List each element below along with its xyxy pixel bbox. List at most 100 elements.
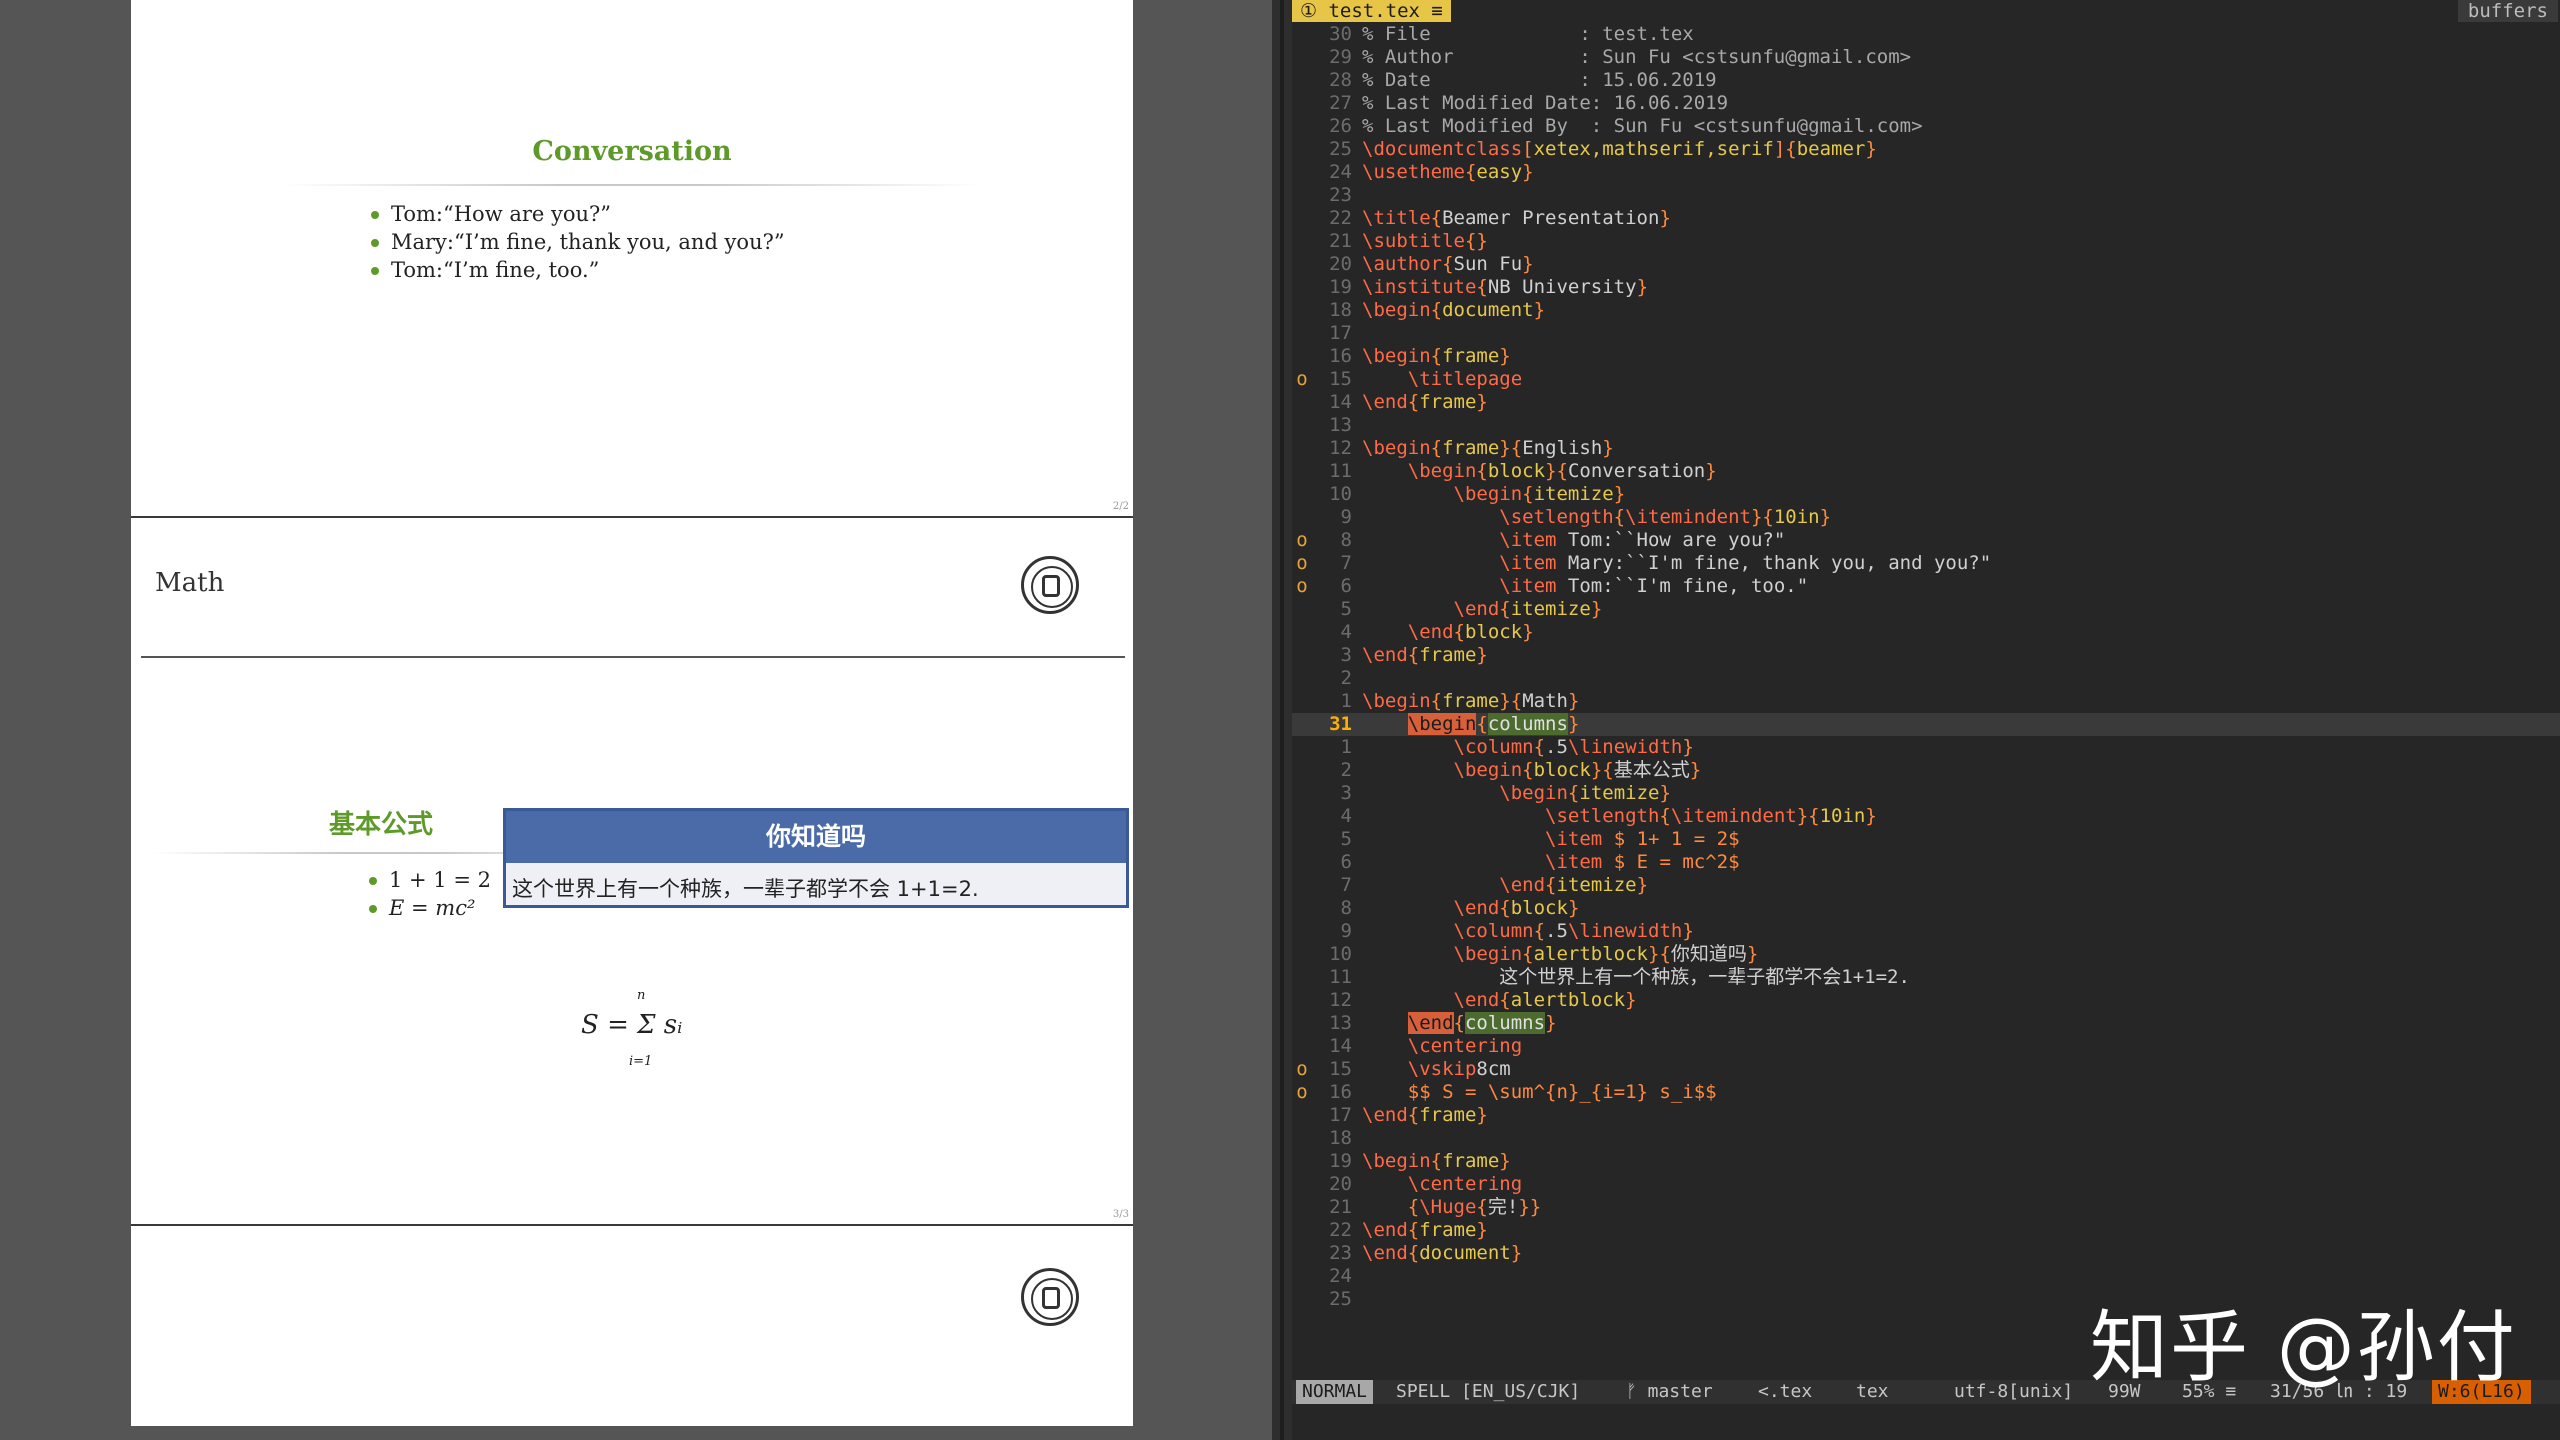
line-text[interactable]: \item $ 1+ 1 = 2$ xyxy=(1362,828,1740,851)
code-line[interactable]: 23 xyxy=(1292,184,2560,207)
line-text[interactable]: \begin{columns} xyxy=(1362,713,1579,736)
line-text[interactable]: \institute{NB University} xyxy=(1362,276,1648,299)
code-line[interactable]: 30 % File : test.tex xyxy=(1292,23,2560,46)
line-text[interactable]: \begin{frame} xyxy=(1362,1150,1511,1173)
code-line[interactable]: 1 \begin{frame}{Math} xyxy=(1292,690,2560,713)
code-line[interactable]: 26 % Last Modified By : Sun Fu <cstsunfu@… xyxy=(1292,115,2560,138)
code-line-current[interactable]: 31 \begin{columns} xyxy=(1292,713,2560,736)
code-line[interactable]: o 15 \titlepage xyxy=(1292,368,2560,391)
line-text[interactable]: \centering xyxy=(1362,1173,1522,1196)
code-line[interactable]: 10 \begin{itemize} xyxy=(1292,483,2560,506)
code-line[interactable]: 22 \end{frame} xyxy=(1292,1219,2560,1242)
pane-divider[interactable] xyxy=(1272,0,1292,1440)
line-text[interactable]: \end{frame} xyxy=(1362,644,1488,667)
code-line[interactable]: 28 % Date : 15.06.2019 xyxy=(1292,69,2560,92)
code-line[interactable]: 5 \end{itemize} xyxy=(1292,598,2560,621)
line-text[interactable]: % File : test.tex xyxy=(1362,23,1694,46)
line-text[interactable]: % Last Modified By : Sun Fu <cstsunfu@gm… xyxy=(1362,115,1923,138)
code-line[interactable]: 6 \item $ E = mc^2$ xyxy=(1292,851,2560,874)
line-text[interactable]: \begin{alertblock}{你知道吗} xyxy=(1362,943,1759,966)
line-text[interactable]: \begin{frame}{Math} xyxy=(1362,690,1579,713)
line-text[interactable]: \vskip8cm xyxy=(1362,1058,1511,1081)
code-line[interactable]: o 7 \item Mary:``I'm fine, thank you, and… xyxy=(1292,552,2560,575)
code-line[interactable]: 2 \begin{block}{基本公式} xyxy=(1292,759,2560,782)
code-line[interactable]: 1 \column{.5\linewidth} xyxy=(1292,736,2560,759)
code-line[interactable]: 21 \subtitle{} xyxy=(1292,230,2560,253)
line-text[interactable]: \documentclass[xetex,mathserif,serif]{be… xyxy=(1362,138,1877,161)
code-line[interactable]: o 8 \item Tom:``How are you?" xyxy=(1292,529,2560,552)
code-line[interactable]: 5 \item $ 1+ 1 = 2$ xyxy=(1292,828,2560,851)
code-line[interactable]: 8 \end{block} xyxy=(1292,897,2560,920)
line-text[interactable]: \begin{block}{Conversation} xyxy=(1362,460,1717,483)
line-text[interactable]: \setlength{\itemindent}{10in} xyxy=(1362,506,1831,529)
code-line[interactable]: 23 \end{document} xyxy=(1292,1242,2560,1265)
code-line[interactable]: 19 \institute{NB University} xyxy=(1292,276,2560,299)
code-line[interactable]: 24 \usetheme{easy} xyxy=(1292,161,2560,184)
line-text[interactable]: \end{frame} xyxy=(1362,1219,1488,1242)
code-line[interactable]: 4 \setlength{\itemindent}{10in} xyxy=(1292,805,2560,828)
code-line[interactable]: 27 % Last Modified Date: 16.06.2019 xyxy=(1292,92,2560,115)
line-text[interactable]: \title{Beamer Presentation} xyxy=(1362,207,1671,230)
code-line[interactable]: 18 xyxy=(1292,1127,2560,1150)
code-line[interactable]: 29 % Author : Sun Fu <cstsunfu@gmail.com> xyxy=(1292,46,2560,69)
code-line[interactable]: 22 \title{Beamer Presentation} xyxy=(1292,207,2560,230)
tab-test-tex[interactable]: ① test.tex ≡ xyxy=(1292,0,1451,22)
line-text[interactable]: \end{frame} xyxy=(1362,391,1488,414)
line-text[interactable]: \item Mary:``I'm fine, thank you, and yo… xyxy=(1362,552,1991,575)
line-text[interactable]: \item Tom:``How are you?" xyxy=(1362,529,1785,552)
code-line[interactable]: 14 \centering xyxy=(1292,1035,2560,1058)
code-line[interactable]: 17 xyxy=(1292,322,2560,345)
line-text[interactable]: \end{alertblock} xyxy=(1362,989,1637,1012)
code-line[interactable]: 13 xyxy=(1292,414,2560,437)
code-line[interactable]: 13 \end{columns} xyxy=(1292,1012,2560,1035)
line-text[interactable]: \item $ E = mc^2$ xyxy=(1362,851,1740,874)
code-line[interactable]: 16 \begin{frame} xyxy=(1292,345,2560,368)
line-text[interactable]: \end{itemize} xyxy=(1362,874,1648,897)
code-line[interactable]: 2 xyxy=(1292,667,2560,690)
code-line[interactable]: 9 \column{.5\linewidth} xyxy=(1292,920,2560,943)
code-line[interactable]: 14 \end{frame} xyxy=(1292,391,2560,414)
line-text[interactable]: \setlength{\itemindent}{10in} xyxy=(1362,805,1877,828)
line-text[interactable]: % Last Modified Date: 16.06.2019 xyxy=(1362,92,1728,115)
code-line[interactable]: o 6 \item Tom:``I'm fine, too." xyxy=(1292,575,2560,598)
line-text[interactable]: \end{frame} xyxy=(1362,1104,1488,1127)
code-line[interactable]: 3 \end{frame} xyxy=(1292,644,2560,667)
line-text[interactable]: \author{Sun Fu} xyxy=(1362,253,1534,276)
line-text[interactable]: \begin{itemize} xyxy=(1362,483,1626,506)
line-text[interactable]: \begin{itemize} xyxy=(1362,782,1671,805)
code-line[interactable]: 25 \documentclass[xetex,mathserif,serif]{… xyxy=(1292,138,2560,161)
line-text[interactable]: \usetheme{easy} xyxy=(1362,161,1534,184)
code-line[interactable]: o 15 \vskip8cm xyxy=(1292,1058,2560,1081)
line-text[interactable]: \column{.5\linewidth} xyxy=(1362,736,1694,759)
code-line[interactable]: 11 这个世界上有一个种族，一辈子都学不会1+1=2. xyxy=(1292,966,2560,989)
line-text[interactable]: \end{itemize} xyxy=(1362,598,1603,621)
pane-divider-bar[interactable] xyxy=(1280,0,1284,1440)
vim-editor[interactable]: ① test.tex ≡ buffers 30 % File : test.tex… xyxy=(1292,0,2560,1440)
code-line[interactable]: 9 \setlength{\itemindent}{10in} xyxy=(1292,506,2560,529)
line-text[interactable]: \begin{frame} xyxy=(1362,345,1511,368)
line-text[interactable]: \centering xyxy=(1362,1035,1522,1058)
code-line[interactable]: 3 \begin{itemize} xyxy=(1292,782,2560,805)
pdf-viewer[interactable]: Conversation Tom:“How are you?” Mary:“I’… xyxy=(0,0,1272,1440)
line-text[interactable]: \titlepage xyxy=(1362,368,1522,391)
line-text[interactable]: \end{block} xyxy=(1362,621,1534,644)
code-line[interactable]: 10 \begin{alertblock}{你知道吗} xyxy=(1292,943,2560,966)
code-line[interactable]: 12 \begin{frame}{English} xyxy=(1292,437,2560,460)
code-line[interactable]: 4 \end{block} xyxy=(1292,621,2560,644)
code-line[interactable]: 7 \end{itemize} xyxy=(1292,874,2560,897)
line-text[interactable]: 这个世界上有一个种族，一辈子都学不会1+1=2. xyxy=(1362,966,1910,989)
line-text[interactable]: \end{columns} xyxy=(1362,1012,1557,1035)
line-text[interactable]: \item Tom:``I'm fine, too." xyxy=(1362,575,1808,598)
line-text[interactable]: $$ S = \sum^{n}_{i=1} s_i$$ xyxy=(1362,1081,1717,1104)
line-text[interactable]: \end{block} xyxy=(1362,897,1580,920)
line-text[interactable]: {\Huge{完!}} xyxy=(1362,1196,1541,1219)
code-line[interactable]: 17 \end{frame} xyxy=(1292,1104,2560,1127)
line-text[interactable]: \subtitle{} xyxy=(1362,230,1488,253)
code-line[interactable]: 19 \begin{frame} xyxy=(1292,1150,2560,1173)
code-line[interactable]: 12 \end{alertblock} xyxy=(1292,989,2560,1012)
line-text[interactable]: % Author : Sun Fu <cstsunfu@gmail.com> xyxy=(1362,46,1911,69)
line-text[interactable]: \begin{document} xyxy=(1362,299,1545,322)
code-line[interactable]: 21 {\Huge{完!}} xyxy=(1292,1196,2560,1219)
code-line[interactable]: 20 \centering xyxy=(1292,1173,2560,1196)
line-text[interactable]: \column{.5\linewidth} xyxy=(1362,920,1694,943)
